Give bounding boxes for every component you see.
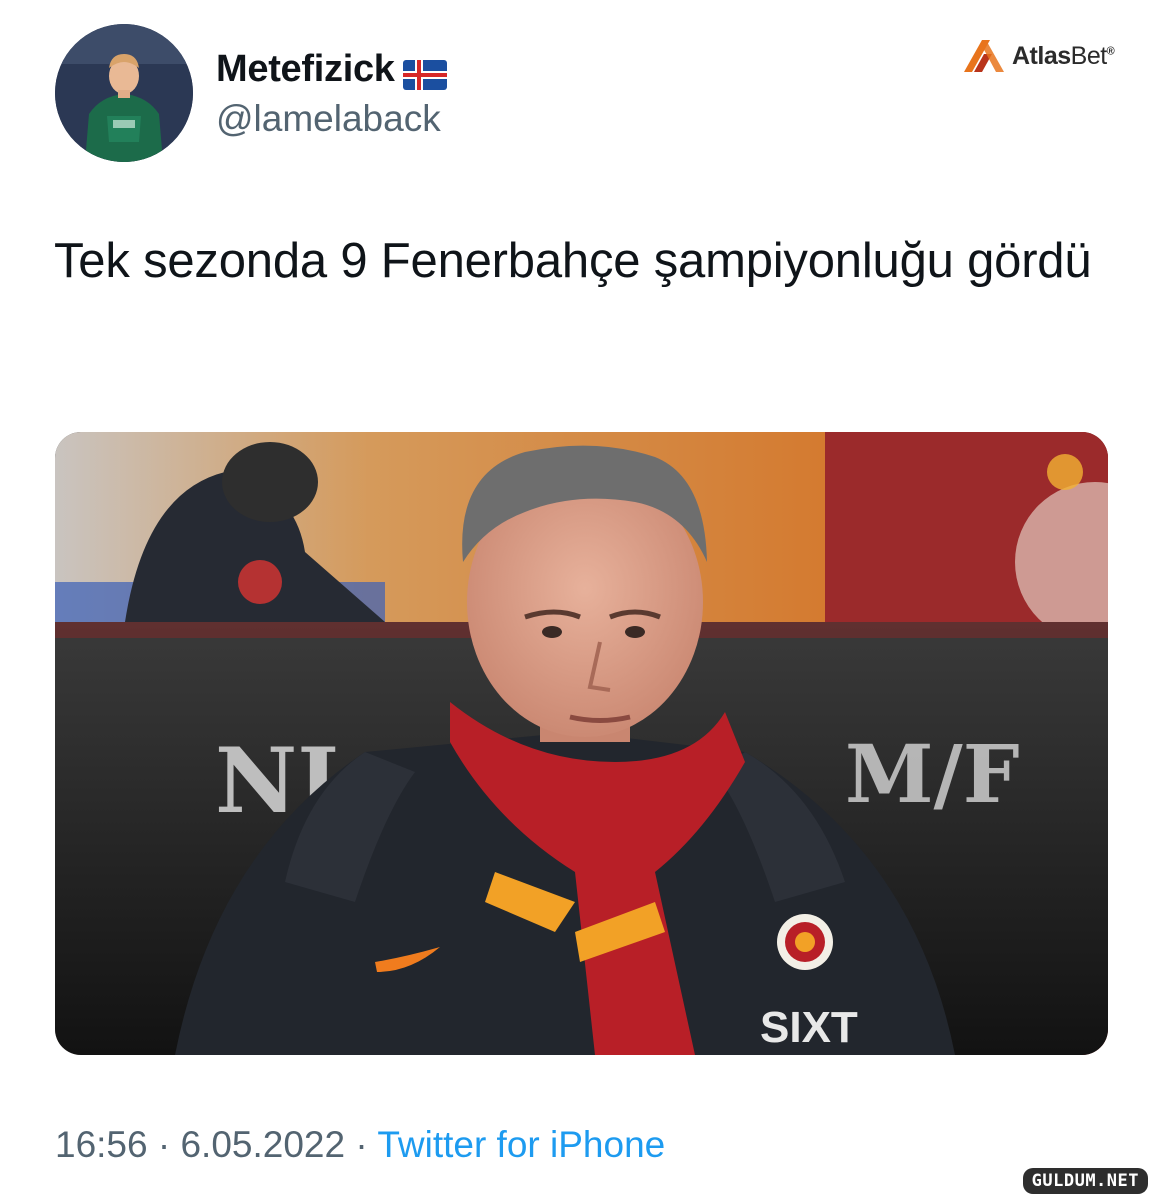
tweet-source-link[interactable]: Twitter for iPhone	[377, 1124, 665, 1165]
profile-photo-avatar	[55, 24, 193, 162]
brand-name: AtlasBet®	[1012, 41, 1115, 70]
iceland-flag-icon	[402, 57, 447, 90]
coach-photo-image: NI M/F SIXT	[55, 432, 1108, 1055]
atlasbet-logo: AtlasBet®	[960, 34, 1115, 78]
tweet-text: Tek sezonda 9 Fenerbahçe şampiyonluğu gö…	[54, 234, 1092, 288]
tweet-image[interactable]: NI M/F SIXT	[55, 432, 1108, 1055]
tweet-time[interactable]: 16:56	[55, 1124, 148, 1165]
display-name[interactable]: Metefizick	[216, 48, 447, 91]
tweet-meta: 16:56 · 6.05.2022 · Twitter for iPhone	[55, 1124, 665, 1166]
atlasbet-logo-icon	[964, 40, 1004, 72]
tweet-date[interactable]: 6.05.2022	[180, 1124, 345, 1165]
svg-text:SIXT: SIXT	[760, 1003, 858, 1052]
meta-separator-2: ·	[345, 1124, 378, 1165]
site-watermark: GULDUM.NET	[1022, 1168, 1148, 1194]
meta-separator: ·	[147, 1124, 181, 1165]
display-name-text: Metefizick	[216, 48, 395, 90]
user-handle[interactable]: @lamelaback	[216, 98, 441, 140]
svg-text:M/F: M/F	[845, 727, 1020, 821]
avatar[interactable]	[55, 24, 193, 162]
